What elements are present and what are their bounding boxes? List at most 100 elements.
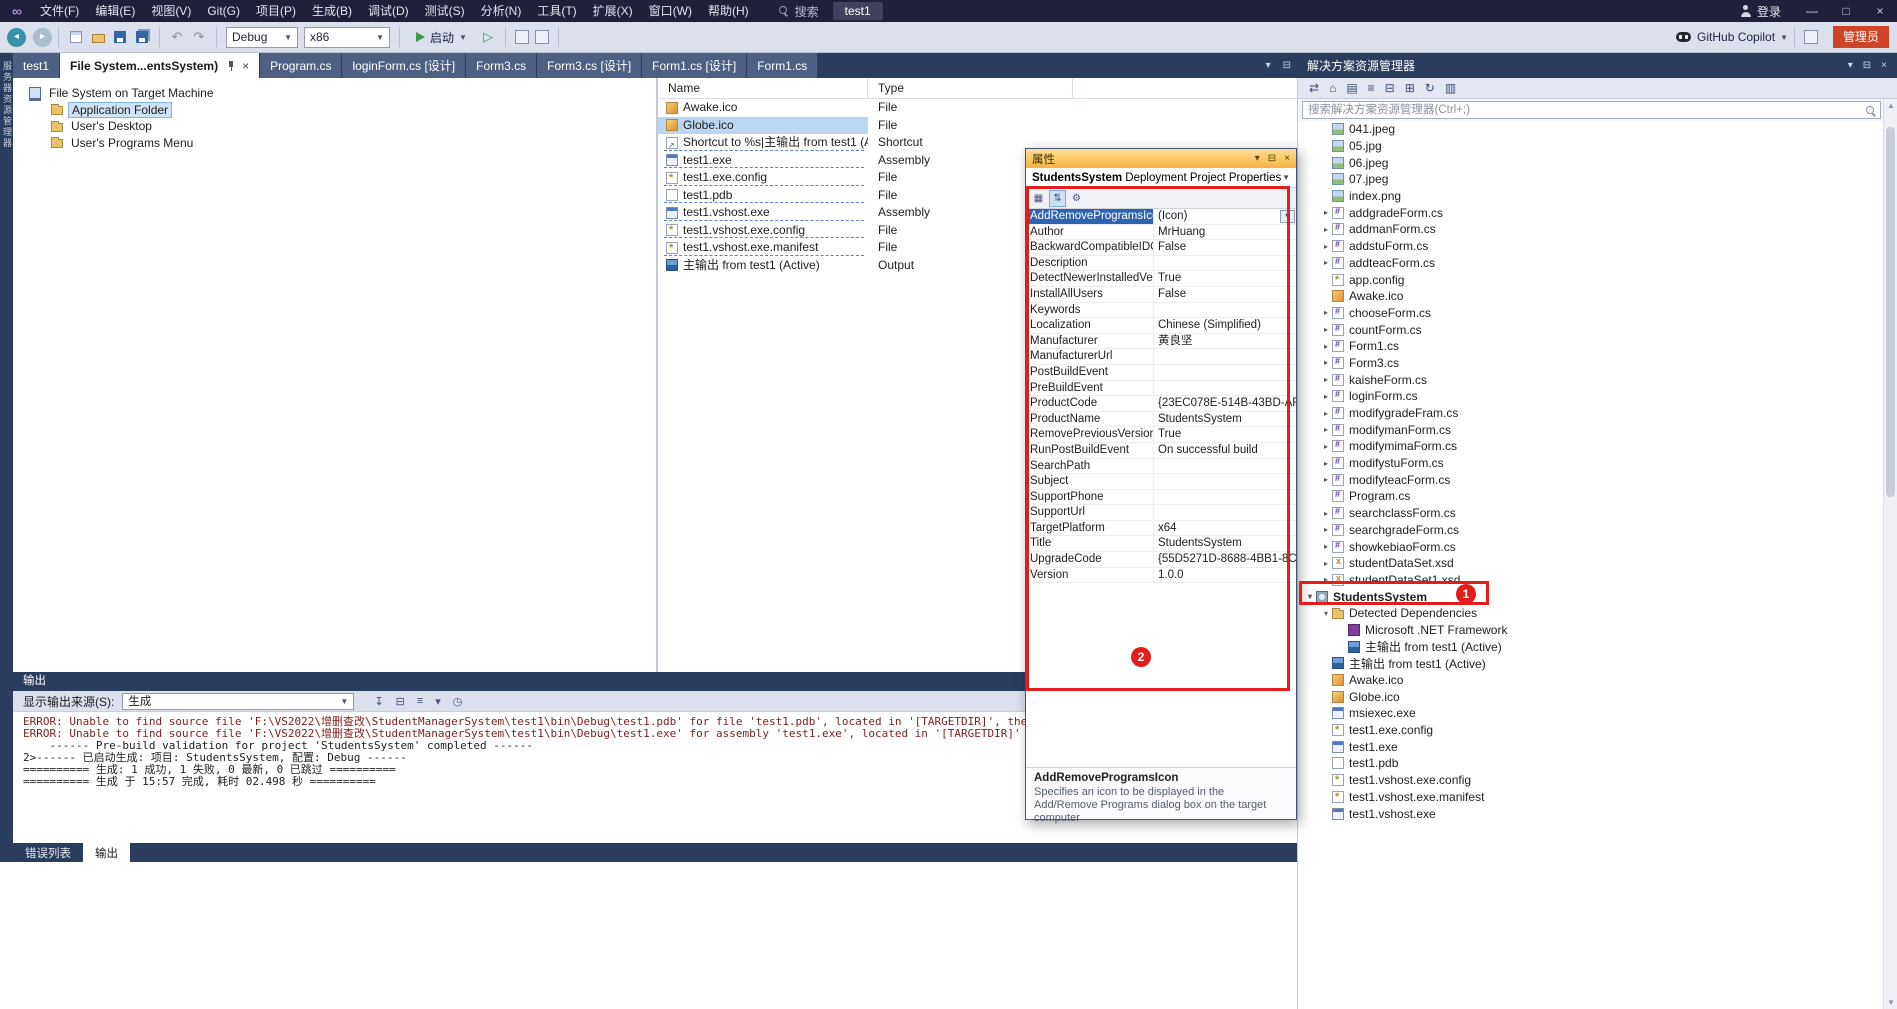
solution-tree-item[interactable]: ▸ kaisheForm.cs — [1298, 371, 1897, 388]
solution-tree-item[interactable]: test1.pdb — [1298, 755, 1897, 772]
undo-button[interactable]: ↶ — [167, 27, 187, 47]
property-row[interactable]: BackwardCompatibleIDGeneration False ▼ — [1026, 240, 1296, 256]
tree-item-folder[interactable]: Application Folder — [13, 101, 656, 119]
close-icon[interactable]: × — [242, 59, 249, 73]
property-value[interactable] — [1154, 303, 1296, 318]
property-value[interactable]: False — [1154, 287, 1296, 302]
solution-tree-item[interactable]: Microsoft .NET Framework — [1298, 622, 1897, 639]
find-in-files-icon[interactable] — [534, 30, 549, 44]
document-tab[interactable]: Program.cs × — [260, 53, 342, 78]
expander-icon[interactable]: ▸ — [1320, 375, 1332, 384]
solution-tree-item[interactable]: ▸ countForm.cs — [1298, 321, 1897, 338]
start-debugging-button[interactable]: 启动 ▼ — [412, 26, 471, 48]
property-pages-icon[interactable]: ⚙ — [1068, 190, 1085, 207]
expander-icon[interactable]: ▸ — [1320, 208, 1332, 217]
start-without-debugging-button[interactable]: ▷ — [483, 29, 493, 45]
solution-tree-item[interactable]: ▸ addgradeForm.cs — [1298, 204, 1897, 221]
redo-button[interactable]: ↷ — [189, 27, 209, 47]
expander-icon[interactable]: ▸ — [1320, 342, 1332, 351]
bottom-panel-tab[interactable]: 输出 — [83, 843, 130, 862]
maximize-button[interactable]: □ — [1829, 0, 1863, 22]
solution-tree-item[interactable]: ▾ StudentsSystem — [1298, 588, 1897, 605]
menu-item[interactable]: 生成(B) — [304, 0, 360, 22]
pin-icon[interactable]: ⊟ — [1863, 60, 1871, 71]
menu-item[interactable]: 调试(D) — [360, 0, 417, 22]
solution-tree-item[interactable]: test1.vshost.exe.config — [1298, 772, 1897, 789]
solution-tree-item[interactable]: 05.jpg — [1298, 138, 1897, 155]
property-value[interactable] — [1154, 474, 1296, 489]
property-row[interactable]: SupportUrl ▼ — [1026, 505, 1296, 521]
property-row[interactable]: PreBuildEvent ▼ — [1026, 380, 1296, 397]
filter-icon[interactable]: ≡ — [1368, 81, 1375, 95]
expander-icon[interactable]: ▸ — [1320, 509, 1332, 518]
window-list-icon[interactable]: ⊟ — [1283, 60, 1291, 71]
tree-item-file-system-root[interactable]: File System on Target Machine — [13, 85, 656, 102]
solution-tree-item[interactable]: 主输出 from test1 (Active) — [1298, 655, 1897, 672]
property-value[interactable] — [1154, 349, 1296, 364]
expander-icon[interactable]: ▸ — [1320, 559, 1332, 568]
property-value[interactable] — [1154, 459, 1296, 474]
file-list-row[interactable]: Awake.ico File — [658, 99, 1297, 117]
expander-icon[interactable]: ▸ — [1320, 409, 1332, 418]
menu-item[interactable]: 视图(V) — [143, 0, 199, 22]
solution-tree-item[interactable]: ▸ Form3.cs — [1298, 355, 1897, 372]
expander-icon[interactable]: ▸ — [1320, 525, 1332, 534]
new-project-button[interactable] — [66, 27, 86, 47]
properties-title-bar[interactable]: 属性 ▾ ⊟ × — [1026, 149, 1296, 168]
pin-icon[interactable]: ⊟ — [1268, 153, 1276, 164]
solution-tree-item[interactable]: 07.jpeg — [1298, 171, 1897, 188]
expander-icon[interactable]: ▸ — [1320, 425, 1332, 434]
property-row[interactable]: SupportPhone ▼ — [1026, 489, 1296, 506]
solution-tree-item[interactable]: ▸ showkebiaoForm.cs — [1298, 538, 1897, 555]
solution-tree-item[interactable]: ▸ modifymanForm.cs — [1298, 421, 1897, 438]
expander-icon[interactable]: ▸ — [1320, 258, 1332, 267]
solution-badge[interactable]: test1 — [832, 2, 883, 20]
property-row[interactable]: ProductName StudentsSystem ▼ — [1026, 411, 1296, 428]
alphabetical-icon[interactable]: ⇅ — [1049, 189, 1066, 207]
solution-tree-item[interactable]: msiexec.exe — [1298, 705, 1897, 722]
time-icon[interactable]: ◷ — [453, 695, 463, 708]
menu-item[interactable]: 工具(T) — [529, 0, 584, 22]
solution-tree-item[interactable]: ▸ chooseForm.cs — [1298, 305, 1897, 322]
switch-views-icon[interactable]: ▤ — [1346, 81, 1357, 95]
solution-tree-item[interactable]: Awake.ico — [1298, 672, 1897, 689]
solution-tree-item[interactable]: app.config — [1298, 271, 1897, 288]
solution-tree-item[interactable]: ▸ modifymimaForm.cs — [1298, 438, 1897, 455]
property-value[interactable]: 1.0.0 — [1154, 568, 1296, 583]
scrollbar-thumb[interactable] — [1886, 127, 1895, 497]
property-row[interactable]: Description ▼ — [1026, 255, 1296, 272]
property-row[interactable]: SearchPath ▼ — [1026, 458, 1296, 475]
save-button[interactable] — [110, 27, 130, 47]
solution-tree-item[interactable]: 041.jpeg — [1298, 121, 1897, 138]
solution-tree-item[interactable]: ▸ modifyteacForm.cs — [1298, 471, 1897, 488]
property-row[interactable]: DetectNewerInstalledVersion True ▼ — [1026, 271, 1296, 287]
categorized-icon[interactable]: ▦ — [1030, 190, 1047, 207]
solution-tree-item[interactable]: test1.vshost.exe — [1298, 805, 1897, 822]
pin-icon[interactable] — [226, 60, 236, 72]
sync-icon[interactable]: ⇄ — [1309, 81, 1319, 95]
document-tab[interactable]: Form1.cs × — [747, 53, 818, 78]
document-tab[interactable]: loginForm.cs [设计] × — [342, 53, 466, 78]
expander-icon[interactable]: ▸ — [1320, 358, 1332, 367]
property-value[interactable]: False — [1154, 240, 1296, 255]
solution-tree-item[interactable]: Awake.ico — [1298, 288, 1897, 305]
property-row[interactable]: AddRemoveProgramsIcon (Icon) ▼ — [1026, 209, 1296, 225]
solution-tree-item[interactable]: ▸ addteacForm.cs — [1298, 255, 1897, 272]
chevron-down-icon[interactable]: ▾ — [1266, 60, 1271, 71]
copilot-button[interactable]: GitHub Copilot ▼ — [1676, 30, 1788, 44]
feedback-icon[interactable] — [1803, 30, 1818, 44]
expander-icon[interactable]: ▸ — [1320, 575, 1332, 584]
property-value[interactable]: On successful build — [1154, 443, 1296, 458]
solution-tree-item[interactable]: ▸ loginForm.cs — [1298, 388, 1897, 405]
scroll-up-icon[interactable]: ▲ — [1884, 101, 1897, 110]
save-all-button[interactable] — [132, 27, 152, 47]
property-value[interactable]: True — [1154, 427, 1296, 442]
home-icon[interactable]: ⌂ — [1329, 81, 1336, 95]
property-row[interactable]: InstallAllUsers False ▼ — [1026, 286, 1296, 303]
menu-item[interactable]: 窗口(W) — [641, 0, 700, 22]
document-tab[interactable]: Form1.cs [设计] × — [642, 53, 747, 78]
minimize-button[interactable]: — — [1795, 0, 1829, 22]
property-value[interactable]: x64 — [1154, 521, 1296, 536]
expander-icon[interactable]: ▸ — [1320, 442, 1332, 451]
solution-tree-item[interactable]: ▸ addstuForm.cs — [1298, 238, 1897, 255]
